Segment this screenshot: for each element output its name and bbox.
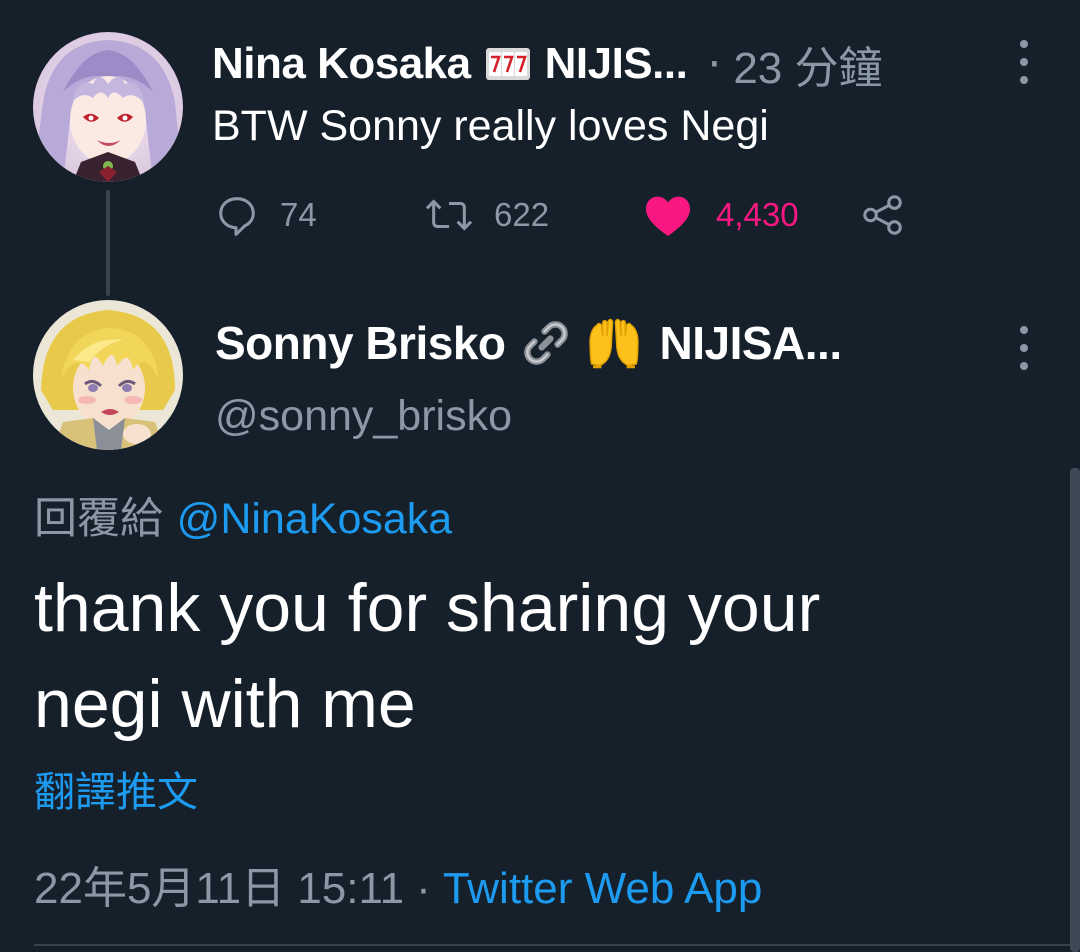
tweet-text-line: negi with me [34,666,416,742]
parent-author-name[interactable]: Nina Kosaka [212,39,471,89]
parent-author-suffix[interactable]: NIJIS... [545,39,688,89]
link-icon [520,317,572,369]
focal-author-suffix[interactable]: NIJISA... [660,316,843,370]
heart-filled-icon [646,196,690,236]
translate-tweet-link[interactable]: 翻譯推文 [34,758,198,818]
reply-prefix: 回覆給 [34,494,163,544]
more-options-icon[interactable] [1014,326,1034,370]
tweet-datetime[interactable]: 22年5月11日 15:11 [34,864,404,913]
avatar-sonny-brisko[interactable] [33,300,183,450]
parent-time-ago[interactable]: 23 分鐘 [733,32,882,96]
share-button[interactable] [860,190,926,240]
reply-count: 74 [280,196,317,233]
focal-tweet-header: Sonny Brisko NIJISA... [215,312,842,374]
tweet-text-line: thank you for sharing your [34,570,821,646]
avatar-image [33,32,183,182]
raised-hands-icon [586,316,642,370]
tweet-metadata: 22年5月11日 15:11 · Twitter Web App [34,852,762,916]
retweet-button[interactable]: 622 [424,190,549,240]
focal-author-handle[interactable]: @sonny_brisko [215,392,512,441]
parent-tweet-header: Nina Kosaka NIJIS... · 23 分鐘 [212,34,883,94]
focal-tweet-text: thank you for sharing your negi with me [34,560,994,752]
retweet-icon [425,199,473,231]
scrollbar[interactable] [1070,468,1080,952]
header-separator: · [707,38,722,90]
like-count: 4,430 [716,196,799,233]
meta-separator: · [416,864,431,913]
reply-icon [219,197,255,236]
slot-machine-777-icon [485,46,531,82]
focal-author-name[interactable]: Sonny Brisko [215,316,506,370]
replying-to-line: 回覆給 @NinaKosaka [34,484,452,546]
parent-tweet[interactable]: Nina Kosaka NIJIS... · 23 分鐘 BTW Sonny r… [0,0,1080,300]
like-button[interactable]: 4,430 [644,190,799,240]
avatar-nina-kosaka[interactable] [33,32,183,182]
parent-tweet-text: BTW Sonny really loves Negi [212,102,769,150]
parent-action-bar: 74 622 4,430 [0,190,1080,240]
retweet-count: 622 [494,196,550,233]
divider [34,944,1080,946]
source-client-link[interactable]: Twitter Web App [443,864,763,913]
more-options-icon[interactable] [1014,40,1034,84]
mention-link[interactable]: @NinaKosaka [177,495,453,543]
reply-button[interactable]: 74 [214,190,317,240]
avatar-image [33,300,183,450]
share-icon [863,195,902,235]
